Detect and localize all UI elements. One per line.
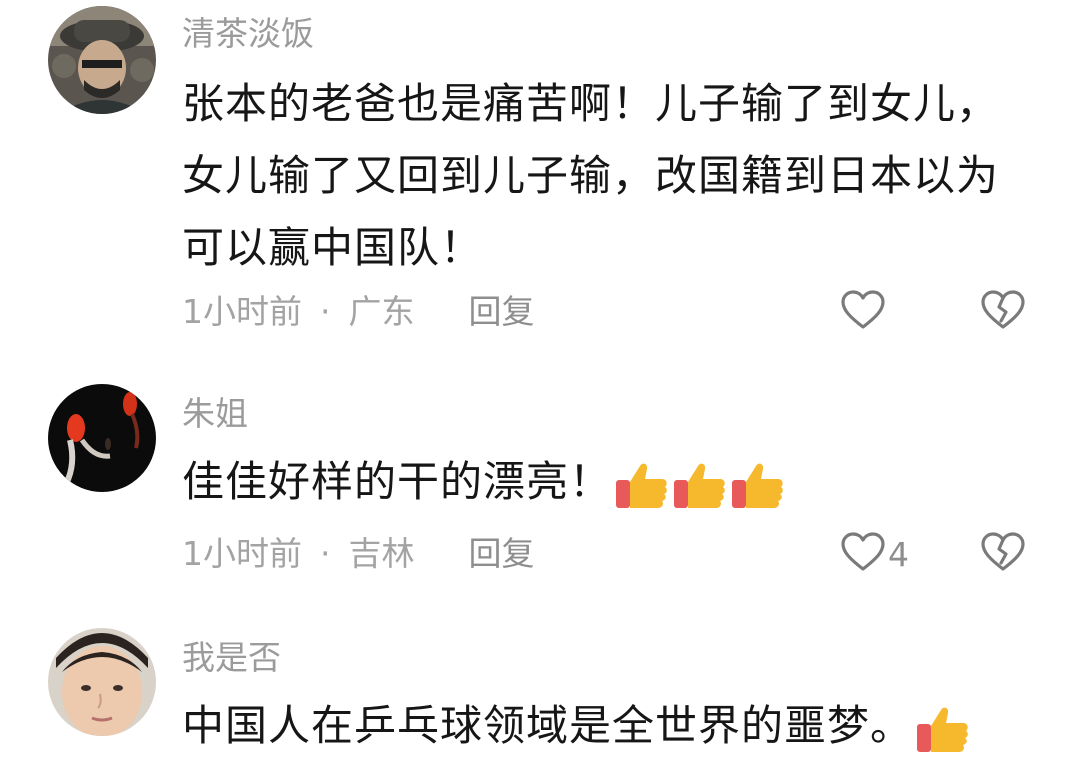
comment-text: 佳佳好样的干的漂亮！	[182, 446, 1002, 518]
comment-location: 广东	[348, 292, 415, 331]
comment-text: 张本的老爸也是痛苦啊！儿子输了到女儿，女儿输了又回到儿子输，改国籍到日本以为可以…	[182, 79, 1000, 272]
comment-item: 朱姐 佳佳好样的干的漂亮！ 1小时前 · 吉林 回复 4	[0, 384, 1080, 604]
comment-actions: 4	[840, 530, 1026, 578]
comment-username[interactable]: 我是否	[182, 638, 281, 678]
comment-time: 1小时前	[182, 292, 302, 331]
comment-meta: 1小时前 · 吉林 回复	[182, 534, 535, 574]
heart-outline-icon	[840, 531, 886, 577]
thumbs-up-emoji	[915, 704, 971, 754]
comment-item: 我是否 中国人在乒乓球领域是全世界的噩梦。	[0, 626, 1080, 757]
comment-location: 吉林	[348, 534, 415, 573]
comment-time: 1小时前	[182, 534, 302, 573]
reply-button[interactable]: 回复	[469, 292, 535, 331]
comment-text: 中国人在乒乓球领域是全世界的噩梦。	[182, 690, 1002, 762]
avatar[interactable]	[48, 384, 156, 492]
comment-item: 清茶淡饭 张本的老爸也是痛苦啊！儿子输了到女儿，女儿输了又回到儿子输，改国籍到日…	[0, 0, 1080, 360]
comment-text-body: 中国人在乒乓球领域是全世界的噩梦。	[182, 701, 914, 750]
like-count: 4	[888, 534, 909, 574]
meta-separator: ·	[320, 292, 331, 331]
broken-heart-icon	[980, 532, 1026, 577]
like-button[interactable]	[840, 289, 930, 335]
avatar[interactable]	[48, 628, 156, 736]
reply-button[interactable]: 回复	[469, 534, 535, 573]
comment-meta: 1小时前 · 广东 回复	[182, 292, 535, 332]
thumbs-up-emoji	[672, 460, 728, 510]
comment-actions	[840, 288, 1026, 336]
thumbs-up-emoji	[730, 460, 786, 510]
dislike-button[interactable]	[980, 289, 1026, 335]
comment-text-body: 佳佳好样的干的漂亮！	[182, 457, 613, 506]
dislike-button[interactable]	[980, 531, 1026, 577]
meta-separator: ·	[320, 534, 331, 573]
avatar[interactable]	[48, 6, 156, 114]
like-button[interactable]: 4	[840, 531, 930, 577]
broken-heart-icon	[980, 290, 1026, 335]
thumbs-up-emoji	[614, 460, 670, 510]
comment-username[interactable]: 清茶淡饭	[182, 14, 314, 54]
heart-outline-icon	[840, 289, 886, 335]
comment-username[interactable]: 朱姐	[182, 394, 248, 434]
